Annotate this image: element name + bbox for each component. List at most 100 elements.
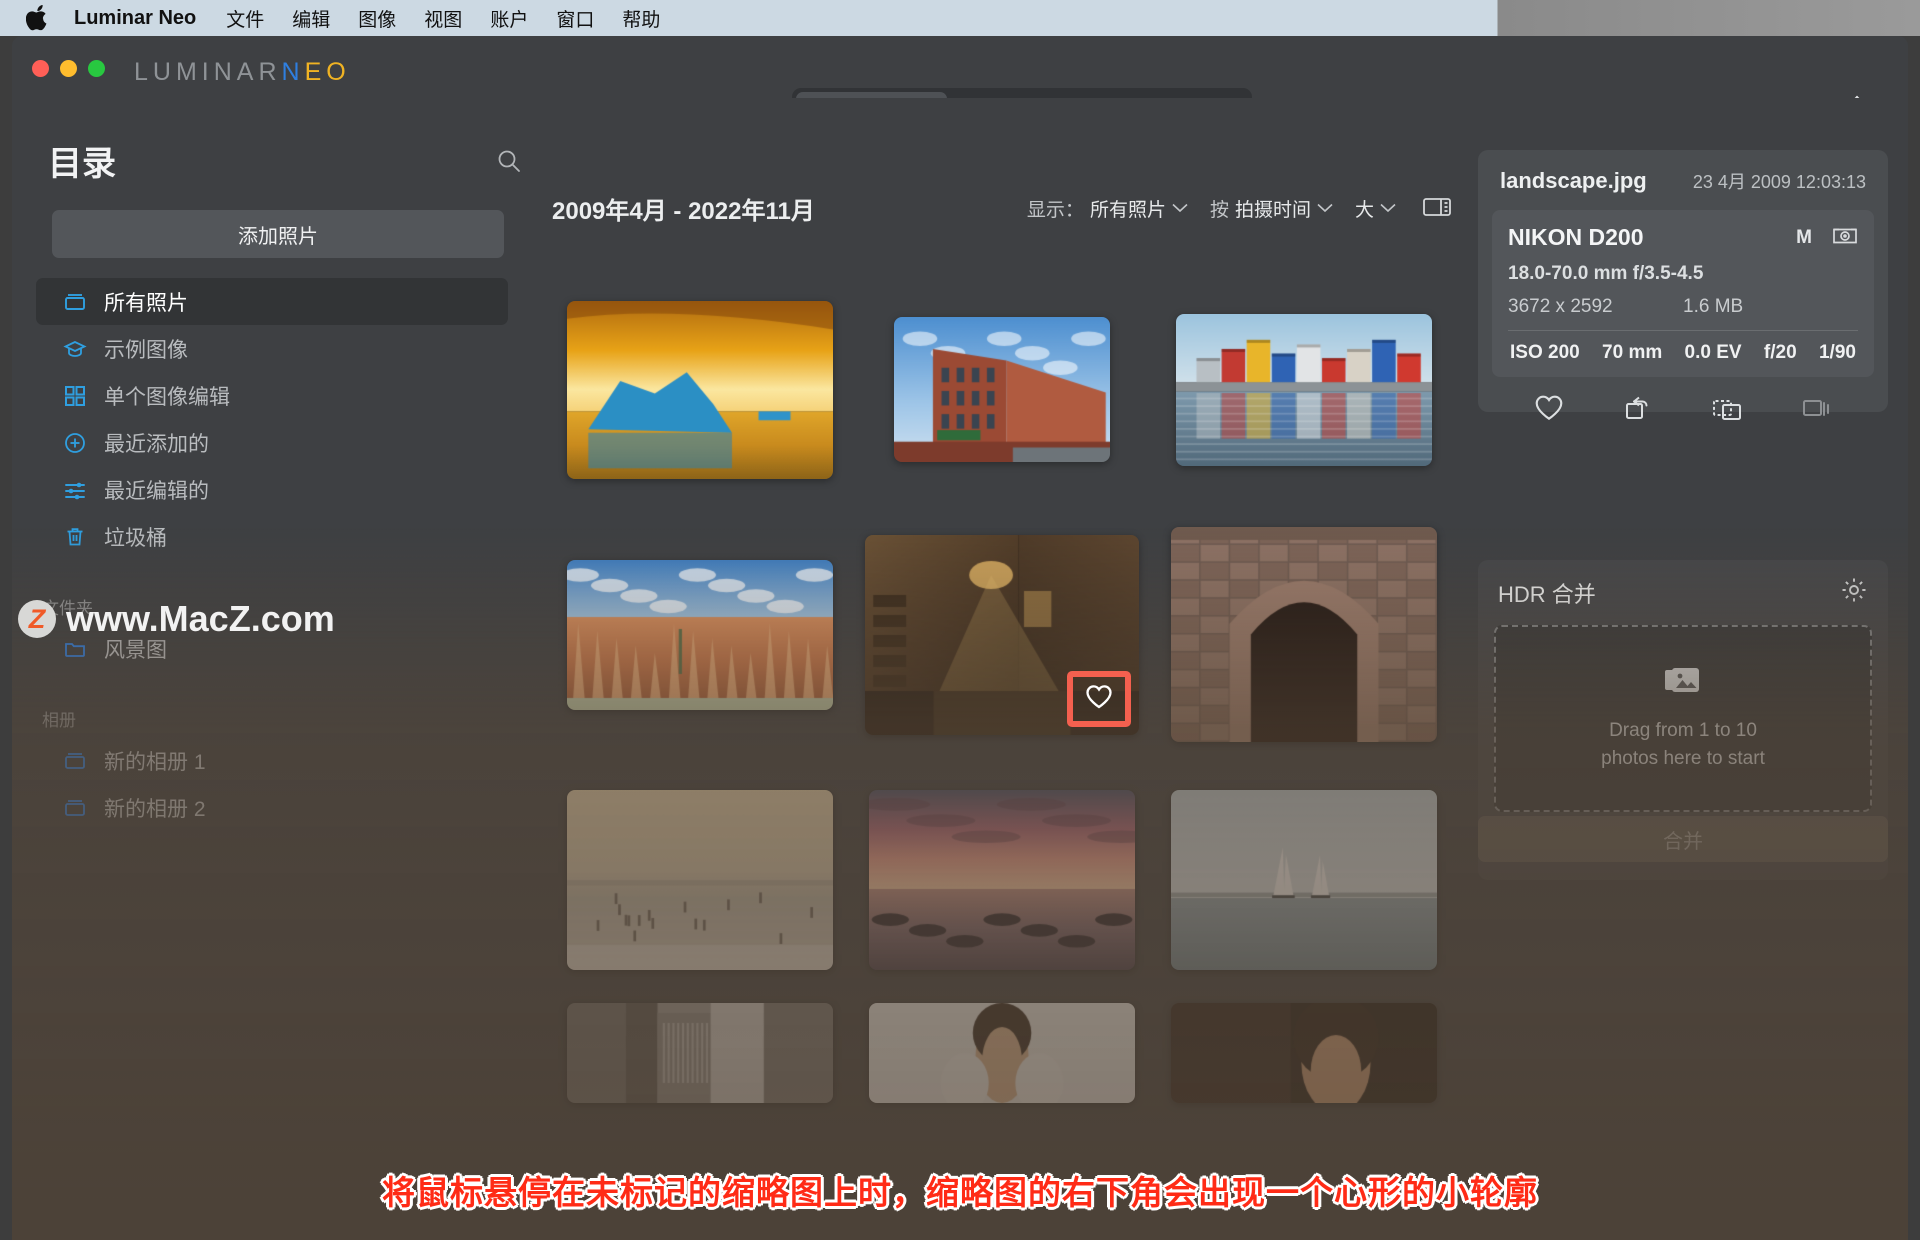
thumb-pink-sunset-pier[interactable] [869, 790, 1135, 970]
hdr-merge-label: 合并 [1663, 825, 1703, 854]
plus-circle-icon [62, 430, 88, 456]
sidebar-label: 新的相册 1 [104, 746, 206, 776]
menu-view[interactable]: 视图 [424, 5, 462, 32]
thumb-sailboats-on-sea[interactable] [1171, 790, 1437, 970]
photo-info-card: landscape.jpg 23 4月 2009 12:03:13 NIKON … [1478, 150, 1888, 412]
thumbnail-grid [552, 268, 1452, 1240]
maczcom-logo-icon: Z [18, 600, 56, 638]
thumb-brick-main-street[interactable] [894, 317, 1110, 462]
split-panel-icon[interactable] [1422, 195, 1452, 221]
sidebar-album-1[interactable]: 新的相册 1 [36, 737, 508, 784]
menu-account[interactable]: 账户 [490, 5, 528, 32]
menu-file[interactable]: 文件 [226, 5, 264, 32]
menu-help[interactable]: 帮助 [622, 5, 660, 32]
search-icon[interactable] [496, 148, 522, 174]
album-icon [62, 748, 88, 774]
sidebar-item-sample-images[interactable]: 示例图像 [36, 325, 508, 372]
apple-logo-icon[interactable] [24, 4, 50, 32]
annotation-caption: 将鼠标悬停在未标记的缩略图上时，缩略图的右下角会出现一个心形的小轮廓 [0, 1166, 1920, 1214]
chevron-down-icon[interactable] [1380, 203, 1396, 213]
hdr-title: HDR 合并 [1498, 577, 1596, 609]
menu-image[interactable]: 图像 [358, 5, 396, 32]
sidebar-item-recently-edited[interactable]: 最近编辑的 [36, 466, 508, 513]
menubar-app-name[interactable]: Luminar Neo [74, 7, 196, 30]
sidebar-nav-list: 所有照片 示例图像 单个图像编辑 最近添加的 最近编辑的 垃圾桶 文件夹 风景图… [12, 278, 532, 831]
image-dimensions: 3672 x 2592 [1508, 296, 1683, 318]
heart-outline-icon[interactable] [1533, 393, 1565, 427]
sidebar-album-2[interactable]: 新的相册 2 [36, 784, 508, 831]
rotate-icon[interactable] [1623, 393, 1653, 427]
logo-n: N [282, 58, 305, 86]
thumb-stone-archway-door[interactable] [1171, 527, 1437, 742]
main-body: 目录 添加照片 所有照片 示例图像 单个图像编辑 最近添加的 最近编辑的 垃圾桶… [12, 98, 1908, 1240]
thumbnail-size-value[interactable]: 大 [1355, 195, 1374, 222]
macos-menubar: Luminar Neo 文件 编辑 图像 视图 账户 窗口 帮助 [0, 0, 1920, 36]
exposure-aperture: f/20 [1764, 342, 1797, 364]
heart-highlight-box[interactable] [1067, 671, 1131, 727]
add-photos-button[interactable]: 添加照片 [52, 210, 504, 258]
dimensions-row: 3672 x 2592 1.6 MB [1508, 296, 1858, 318]
traffic-lights[interactable] [32, 60, 105, 77]
thumb-portrait-woman-white[interactable] [869, 1003, 1135, 1103]
thumb-colorful-canal-houses[interactable] [1176, 314, 1432, 466]
menu-window[interactable]: 窗口 [556, 5, 594, 32]
hdr-dropzone-line2: photos here to start [1601, 745, 1765, 773]
copy-icon[interactable] [1711, 394, 1743, 427]
sidebar-label: 示例图像 [104, 334, 188, 364]
minimize-button[interactable] [60, 60, 77, 77]
sidebar-label: 单个图像编辑 [104, 381, 230, 411]
file-header-row: landscape.jpg 23 4月 2009 12:03:13 [1478, 150, 1888, 194]
duplicate-icon[interactable] [1801, 394, 1833, 427]
sidebar-item-recently-added[interactable]: 最近添加的 [36, 419, 508, 466]
thumbnail-cell[interactable] [1156, 513, 1452, 756]
exif-box: NIKON D200 M 18.0-70.0 mm f/3.5-4.5 3672… [1492, 210, 1874, 377]
gear-icon[interactable] [1840, 576, 1868, 609]
thumbnail-cell[interactable] [552, 513, 848, 756]
grid-toolbar-controls: 显示： 所有照片 按 拍摄时间 大 [1027, 188, 1452, 228]
grid-toolbar: 2009年4月 - 2022年11月 显示： 所有照片 按 拍摄时间 大 [552, 188, 1452, 228]
menu-edit[interactable]: 编辑 [292, 5, 330, 32]
filename-label: landscape.jpg [1500, 168, 1647, 194]
site-watermark: Z www.MacZ.com [18, 598, 335, 640]
sort-value[interactable]: 拍摄时间 [1235, 195, 1311, 222]
file-date-label: 23 4月 2009 12:03:13 [1693, 168, 1866, 194]
thumbnail-cell[interactable] [854, 513, 1150, 756]
left-sidebar: 目录 添加照片 所有照片 示例图像 单个图像编辑 最近添加的 最近编辑的 垃圾桶… [12, 98, 532, 1240]
exposure-ev: 0.0 EV [1685, 342, 1742, 364]
library-icon [62, 289, 88, 315]
thumb-portrait-woman-dark[interactable] [1171, 1003, 1437, 1103]
camera-row: NIKON D200 M [1508, 224, 1858, 251]
close-button[interactable] [32, 60, 49, 77]
heart-outline-icon[interactable] [1084, 683, 1114, 715]
show-filter-value[interactable]: 所有照片 [1090, 195, 1166, 222]
thumb-bryce-canyon-hoodoos[interactable] [567, 560, 833, 710]
chevron-down-icon[interactable] [1172, 203, 1188, 213]
window-titlebar: LUMINARNEO 目录 预置 编辑 [12, 36, 1908, 98]
chevron-down-icon[interactable] [1317, 203, 1333, 213]
thumbnail-cell[interactable] [854, 758, 1150, 1001]
sidebar-item-all-photos[interactable]: 所有照片 [36, 278, 508, 325]
hdr-dropzone[interactable]: Drag from 1 to 10 photos here to start [1494, 625, 1872, 812]
shoot-mode: M [1796, 227, 1812, 249]
exposure-shutter: 1/90 [1819, 342, 1856, 364]
thumb-night-alley-lamp[interactable] [865, 535, 1139, 735]
hdr-merge-button[interactable]: 合并 [1478, 816, 1888, 862]
maximize-button[interactable] [88, 60, 105, 77]
thumb-city-street-bw[interactable] [567, 1003, 833, 1103]
thumbnail-cell[interactable] [552, 268, 848, 511]
thumbnail-cell[interactable] [854, 268, 1150, 511]
logo-luminar: LUMINAR [134, 58, 282, 86]
photo-grid-area: 2009年4月 - 2022年11月 显示： 所有照片 按 拍摄时间 大 [532, 98, 1470, 1240]
sort-label: 按 [1210, 195, 1229, 222]
thumbnail-cell[interactable] [1156, 268, 1452, 511]
sidebar-label: 新的相册 2 [104, 793, 206, 823]
hdr-header-row: HDR 合并 [1478, 560, 1888, 609]
thumbnail-cell[interactable] [552, 758, 848, 1001]
sidebar-item-single-image-edit[interactable]: 单个图像编辑 [36, 372, 508, 419]
thumb-foggy-beach-people[interactable] [567, 790, 833, 970]
thumbnail-cell[interactable] [1156, 758, 1452, 1001]
thumb-iceberg-sunset[interactable] [567, 301, 833, 479]
app-logo: LUMINARNEO [134, 58, 351, 87]
sidebar-item-trash[interactable]: 垃圾桶 [36, 513, 508, 560]
date-range-label: 2009年4月 - 2022年11月 [552, 191, 815, 226]
